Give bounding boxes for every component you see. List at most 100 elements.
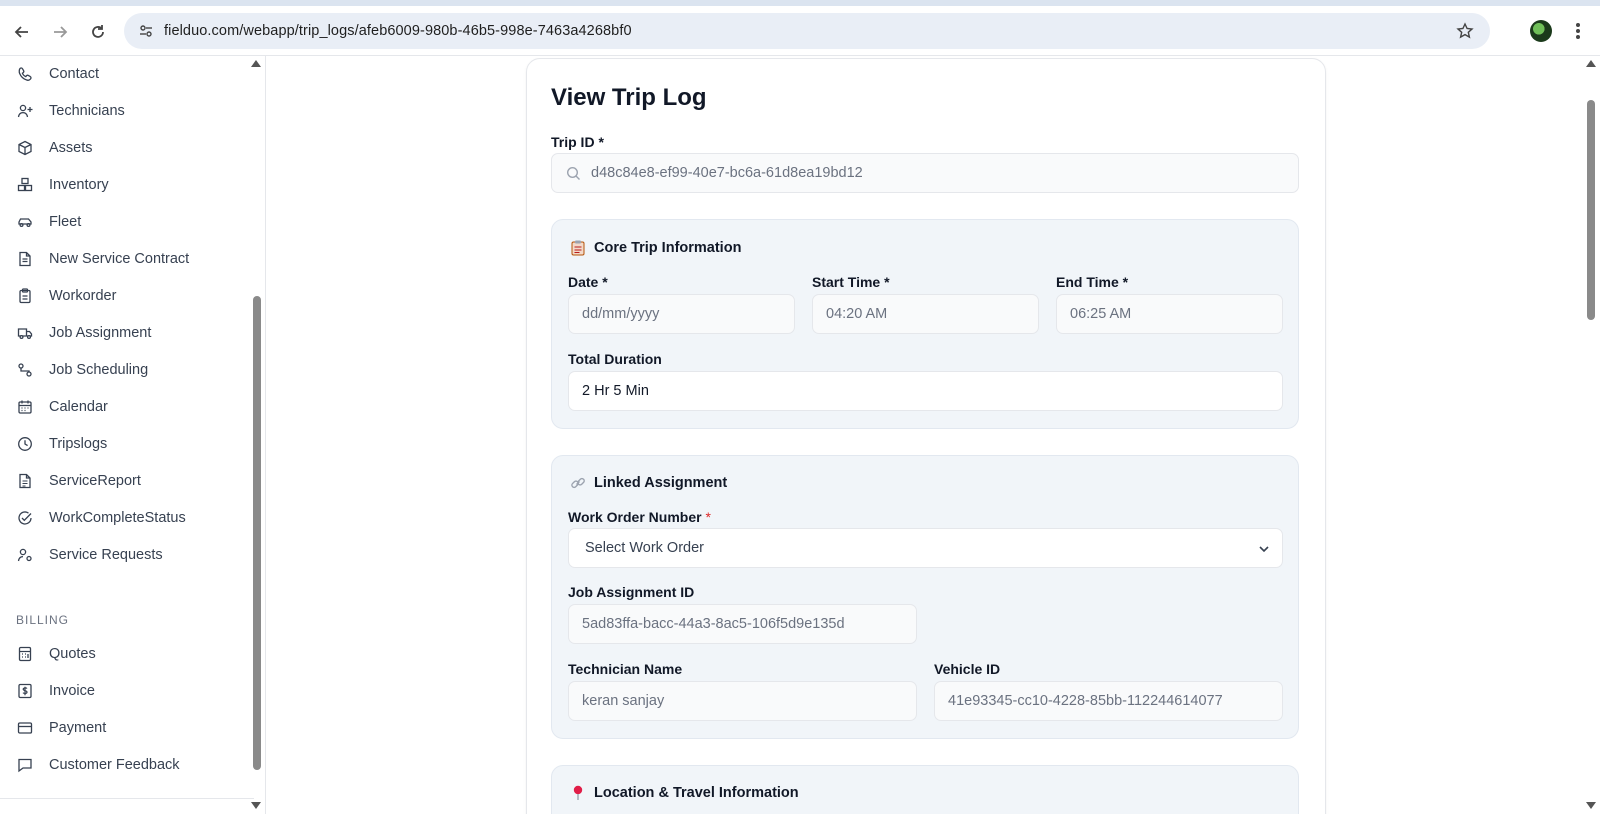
sidebar-item-label: Workorder [49,288,117,304]
bookmark-star-icon[interactable] [1454,20,1476,42]
work-order-select[interactable]: Select Work Order [568,528,1283,568]
calendar-icon [16,398,34,416]
job-assignment-id-label: Job Assignment ID [568,584,695,600]
sidebar-item-label: Invoice [49,683,95,699]
job-assignment-id-input[interactable]: 5ad83ffa-bacc-44a3-8ac5-106f5d9e135d [568,604,917,644]
sidebar-item-job-scheduling[interactable]: Job Scheduling [16,356,148,384]
vehicle-id-input[interactable]: 41e93345-cc10-4228-85bb-112244614077 [934,681,1283,721]
forward-arrow-icon [54,26,68,38]
sidebar-divider [0,798,254,799]
sidebar-item-inventory[interactable]: Inventory [16,171,109,199]
sidebar-item-technicians[interactable]: Technicians [16,97,125,125]
sidebar-item-workcompletestatus[interactable]: WorkCompleteStatus [16,504,186,532]
user-cog-icon [16,546,34,564]
sidebar-item-label: Contact [49,66,99,82]
sidebar-item-payment[interactable]: Payment [16,714,106,742]
main-scroll-down[interactable] [1586,802,1596,809]
date-input[interactable]: dd/mm/yyyy [568,294,795,334]
sidebar-item-label: Job Assignment [49,325,152,341]
browser-menu-icon[interactable] [1568,20,1588,42]
phone-icon [16,65,34,83]
linked-assignment-heading: Linked Assignment [570,475,727,491]
file-icon [16,472,34,490]
work-order-label: Work Order Number * [568,509,711,525]
start-time-input[interactable]: 04:20 AM [812,294,1039,334]
technician-name-label: Technician Name [568,661,683,677]
technician-name-input[interactable]: keran sanjay [568,681,917,721]
tab-strip [0,0,1600,6]
sidebar-scroll-down[interactable] [251,802,261,809]
reload-icon [92,25,104,38]
sidebar-item-job-assignment[interactable]: Job Assignment [16,319,151,347]
sidebar-item-label: Assets [49,140,93,156]
clipboard-icon [16,287,34,305]
date-label: Date * [568,274,608,290]
check-circle-icon [16,509,34,527]
link-icon [570,475,586,491]
sidebar-item-customer-feedback[interactable]: Customer Feedback [16,751,180,779]
sidebar-item-label: Fleet [49,214,82,230]
trip-id-field[interactable]: d48c84e8-ef99-40e7-bc6a-61d8ea19bd12 [551,153,1299,193]
sidebar-item-label: New Service Contract [49,251,190,267]
browser-chrome: fielduo.com/webapp/trip_logs/afeb6009-98… [0,0,1600,56]
start-time-label: Start Time * [812,274,890,290]
dollar-icon [16,682,34,700]
sidebar-item-invoice[interactable]: Invoice [16,677,95,705]
sidebar-item-quotes[interactable]: Quotes [16,640,96,668]
sidebar-item-servicereport[interactable]: ServiceReport [16,467,141,495]
sidebar-item-new-service-contract[interactable]: New Service Contract [16,245,189,273]
sidebar-item-label: Technicians [49,103,125,119]
chevron-down-icon [1256,541,1272,557]
page-title: View Trip Log [551,84,707,111]
address-bar[interactable]: fielduo.com/webapp/trip_logs/afeb6009-98… [124,13,1490,49]
sidebar-item-service-requests[interactable]: Service Requests [16,541,163,569]
forward-button[interactable] [48,20,72,44]
sidebar-scroll-up[interactable] [251,60,261,67]
end-time-input[interactable]: 06:25 AM [1056,294,1283,334]
sidebar-item-contact[interactable]: Contact [16,60,99,88]
main-scrollbar-thumb[interactable] [1587,100,1595,320]
main-scroll-up[interactable] [1586,60,1596,67]
file-text-icon [16,250,34,268]
sidebar-item-fleet[interactable]: Fleet [16,208,81,236]
total-duration-label: Total Duration [568,351,662,367]
sidebar-item-label: ServiceReport [49,473,141,489]
sidebar-scrollbar-thumb[interactable] [253,296,261,770]
sidebar-item-label: Service Requests [49,547,163,563]
sidebar-item-tripslogs[interactable]: Tripslogs [16,430,107,458]
clock-icon [16,435,34,453]
end-time-label: End Time * [1056,274,1129,290]
car-icon [16,213,34,231]
pin-icon [570,785,586,801]
credit-card-icon [16,719,34,737]
back-button[interactable] [10,20,34,44]
core-trip-heading: Core Trip Information [570,240,741,256]
box-icon [16,139,34,157]
sidebar-item-calendar[interactable]: Calendar [16,393,108,421]
search-icon [565,165,581,181]
sidebar-item-label: Tripslogs [49,436,108,452]
url-text[interactable]: fielduo.com/webapp/trip_logs/afeb6009-98… [164,23,632,39]
user-plus-icon [16,102,34,120]
sidebar-item-label: Inventory [49,177,109,193]
trip-id-value: d48c84e8-ef99-40e7-bc6a-61d8ea19bd12 [591,165,863,181]
required-asterisk: * [705,509,711,525]
profile-avatar[interactable] [1530,20,1552,42]
work-order-selected: Select Work Order [585,540,704,556]
sidebar-item-label: Quotes [49,646,96,662]
total-duration-input[interactable]: 2 Hr 5 Min [568,371,1283,411]
clipboard-icon [570,240,586,256]
sidebar-item-label: Calendar [49,399,108,415]
trip-id-label: Trip ID * [551,134,604,150]
site-settings-icon[interactable] [138,23,154,39]
billing-section-label: BILLING [16,613,70,627]
sidebar-item-label: Customer Feedback [49,757,180,773]
truck-icon [16,324,34,342]
sidebar-item-label: Job Scheduling [49,362,149,378]
sidebar-item-workorder[interactable]: Workorder [16,282,116,310]
reload-button[interactable] [86,20,110,44]
message-icon [16,756,34,774]
vehicle-id-label: Vehicle ID [934,661,1001,677]
calculator-icon [16,645,34,663]
sidebar-item-assets[interactable]: Assets [16,134,93,162]
